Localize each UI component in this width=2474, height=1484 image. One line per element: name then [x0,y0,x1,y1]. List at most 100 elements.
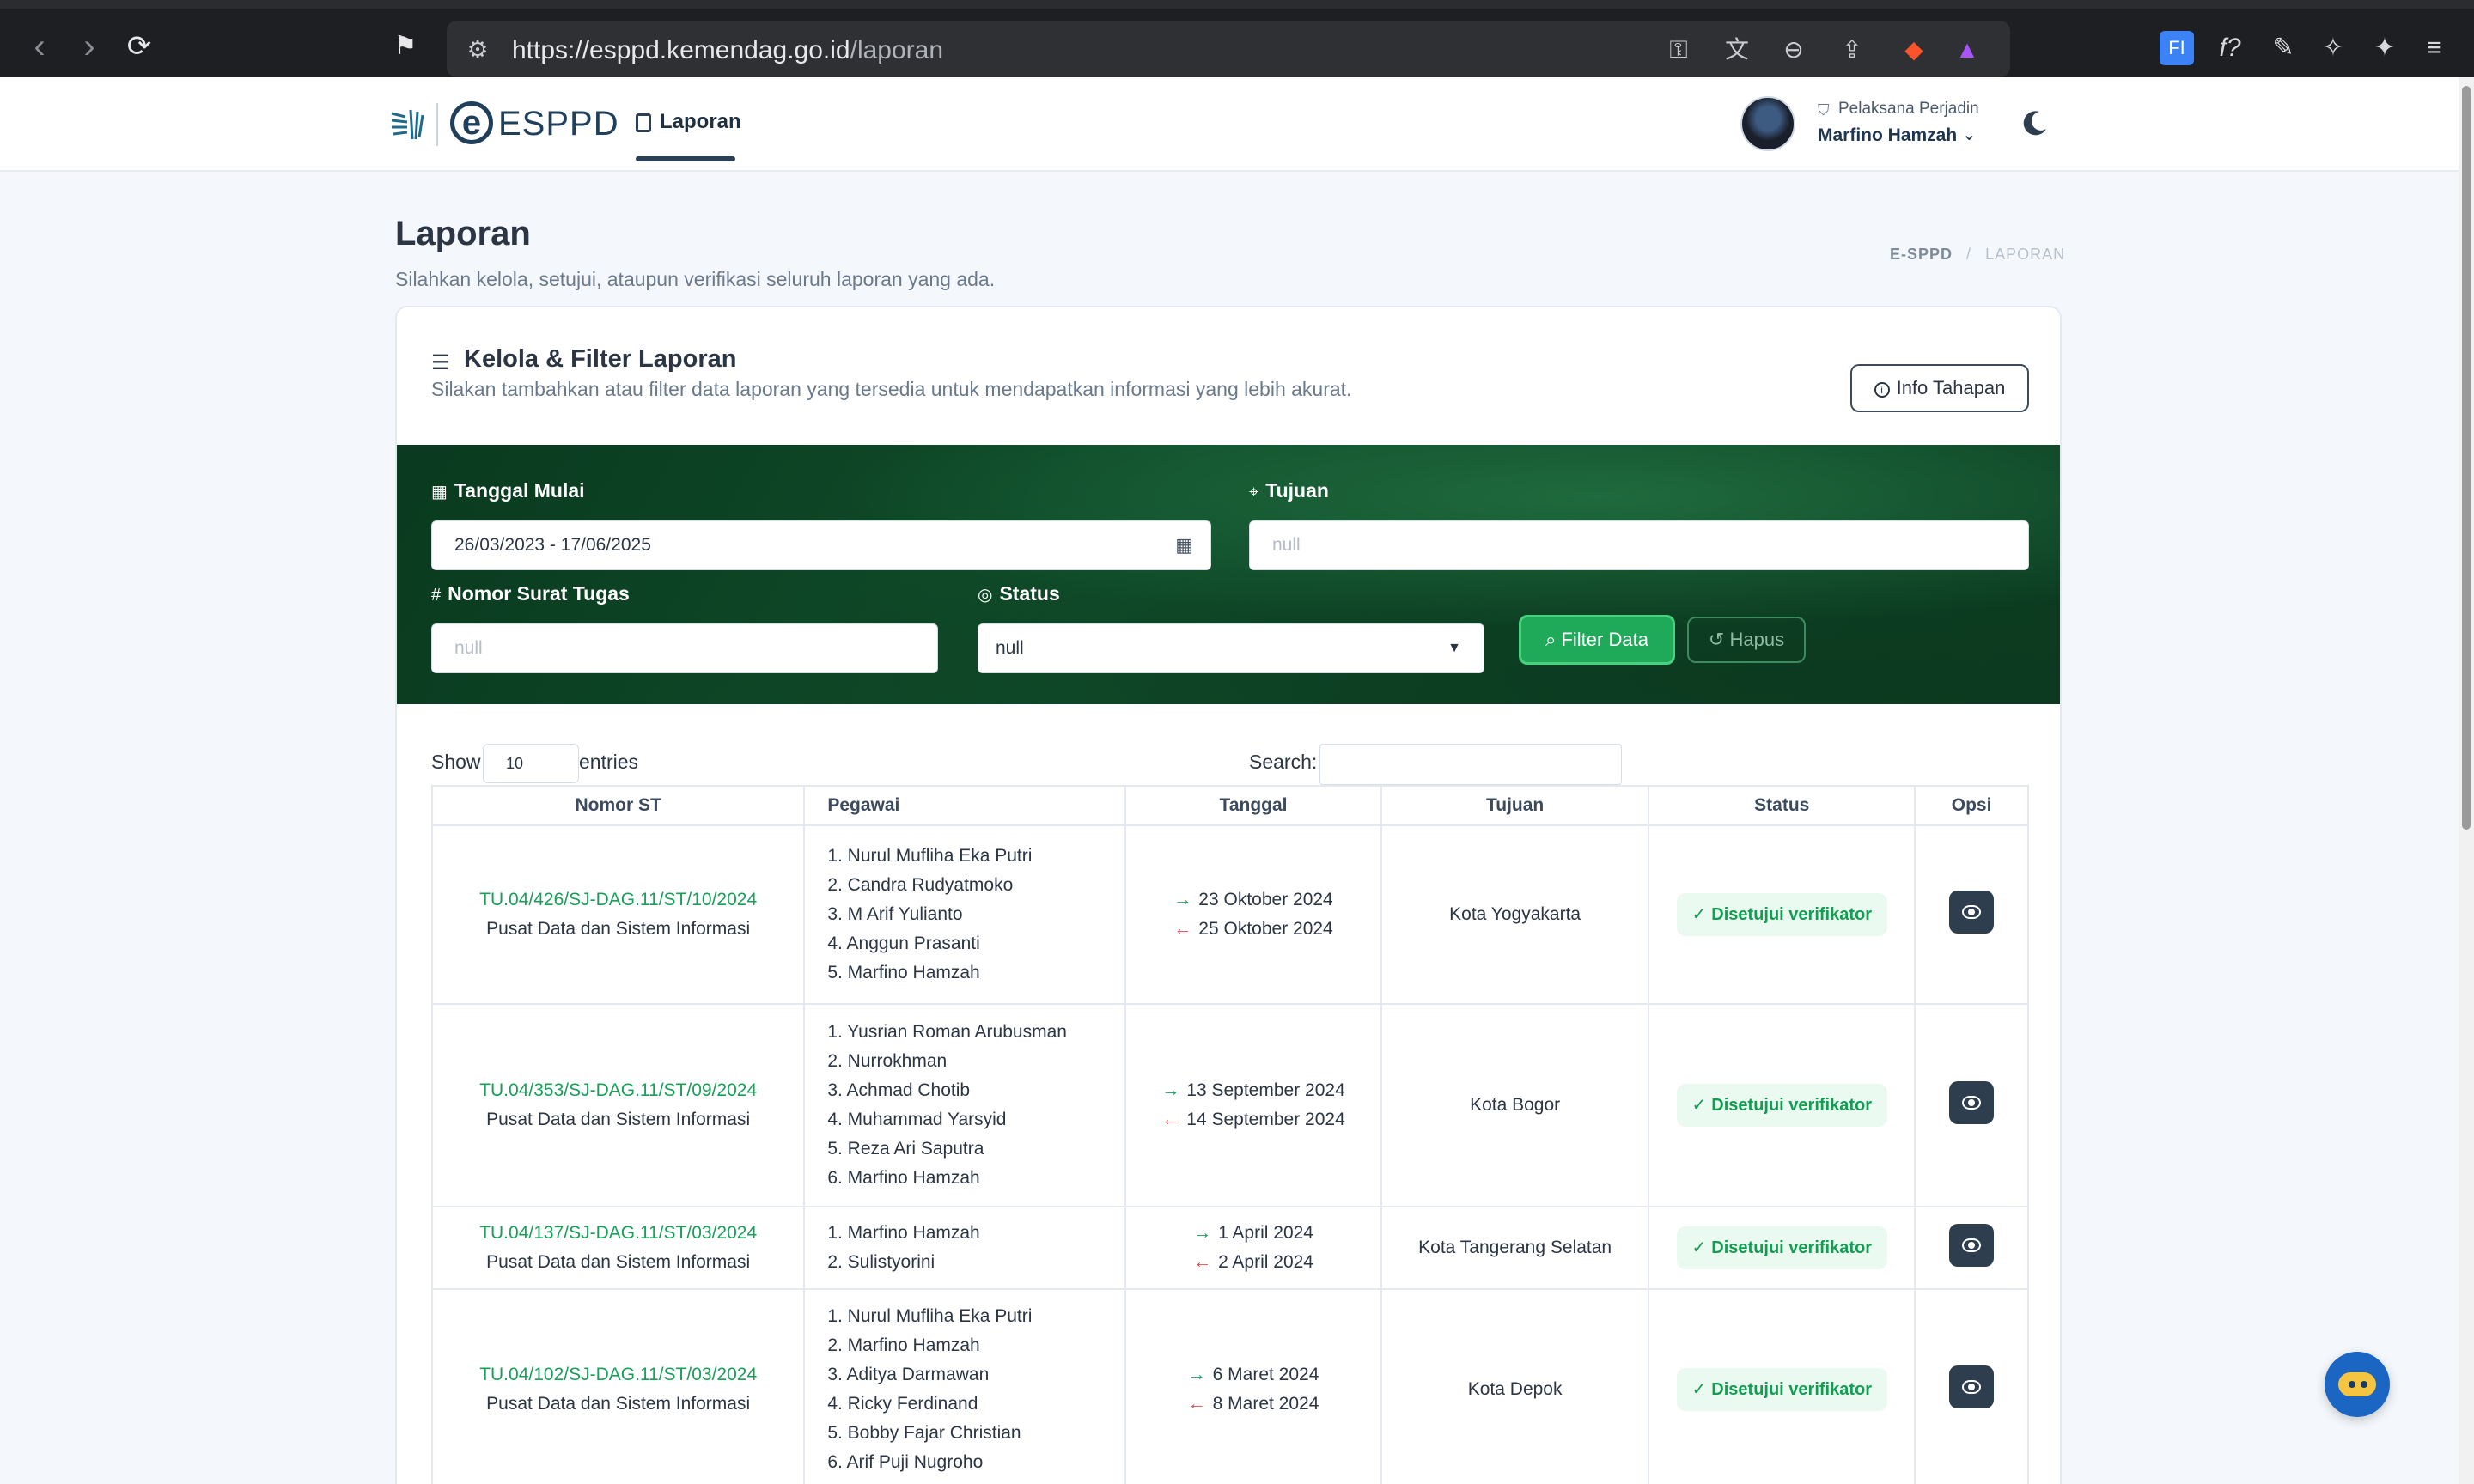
undo-icon: ↺ [1708,629,1730,650]
breadcrumb-root[interactable]: E-SPPD [1890,246,1953,263]
pegawai-item: 4. Muhammad Yarsyid [827,1110,1007,1129]
unit-kerja: Pusat Data dan Sistem Informasi [486,1110,751,1129]
nomor-st-link[interactable]: TU.04/353/SJ-DAG.11/ST/09/2024 [433,1076,803,1105]
arrow-left-icon: ← [1187,1394,1206,1414]
search-input[interactable] [1319,744,1622,785]
pegawai-item: 6. Marfino Hamzah [827,1168,980,1188]
nomor-st-link[interactable]: TU.04/426/SJ-DAG.11/ST/10/2024 [433,885,803,915]
column-header-nomor-st[interactable]: Nomor ST [430,786,805,826]
table-row: TU.04/137/SJ-DAG.11/ST/03/2024 Pusat Dat… [430,1207,2028,1290]
cell-opsi [1914,1207,2028,1290]
leo-ai-icon[interactable]: ✦ [2367,31,2402,65]
back-icon[interactable]: ‹ [21,27,58,65]
scrollbar-thumb[interactable] [2462,86,2471,830]
url-text: https://esppd.kemendag.go.id/laporan [512,36,944,64]
user-menu-name[interactable]: Marfino Hamzah [1818,125,1957,146]
caret-down-icon: ▼ [1447,641,1461,655]
nomor-st-link[interactable]: TU.04/102/SJ-DAG.11/ST/03/2024 [433,1360,803,1390]
kemendag-logo-icon [391,109,424,140]
menu-icon[interactable]: ≡ [2417,31,2452,65]
card-title: Kelola & Filter Laporan [464,345,737,373]
view-button[interactable] [1949,1081,1995,1124]
logo-divider [436,103,438,146]
column-header-tanggal[interactable]: Tanggal [1124,786,1381,826]
cell-pegawai: 1. Marfino Hamzah 2. Sulistyorini [803,1207,1126,1290]
info-tahapan-button[interactable]: i Info Tahapan [1850,364,2029,412]
cell-pegawai: 1. Nurul Mufliha Eka Putri 2. Marfino Ham… [803,1289,1126,1484]
address-bar[interactable]: ⚙ https://esppd.kemendag.go.id/laporan ⚿… [447,21,2010,77]
share-icon[interactable]: ⇪ [1837,34,1868,65]
app-header: e ESPPD Laporan ⛉ Pelaksana Perjadin Mar… [0,77,2474,172]
tanggal-berangkat: 13 September 2024 [1186,1080,1345,1100]
nomor-surat-input[interactable]: null [431,623,938,673]
key-icon[interactable]: ⚿ [1663,34,1694,65]
avatar[interactable] [1740,96,1795,151]
tujuan-input[interactable]: null [1249,520,2029,570]
filter-data-button[interactable]: ⌕ Filter Data [1519,615,1675,665]
search-icon: ⌕ [1545,629,1562,650]
view-button[interactable] [1949,1224,1995,1267]
translate-icon[interactable]: 文 [1721,34,1752,65]
bookmark-icon[interactable]: ⚑ [387,27,424,65]
info-tahapan-label: Info Tahapan [1896,377,2006,398]
chevron-down-icon[interactable]: ⌄ [1962,124,1977,145]
arrow-right-icon: → [1193,1223,1212,1243]
laporan-table: Nomor ST Pegawai Tanggal Tujuan Status O… [430,785,2029,1484]
extensions-puzzle-icon[interactable]: ✧ [2316,31,2350,65]
brave-shield-icon[interactable]: ◆ [1898,34,1929,65]
browser-toolbar: ‹ › ⟳ ⚑ ⚙ https://esppd.kemendag.go.id/l… [0,0,2474,77]
table-row: TU.04/426/SJ-DAG.11/ST/10/2024 Pusat Dat… [430,825,2028,1005]
hapus-button[interactable]: ↺ Hapus [1687,617,1806,663]
cell-status: ✓ Disetujui verifikator [1648,1289,1916,1484]
cell-status: ✓ Disetujui verifikator [1648,825,1916,1005]
show-label: Show [431,751,481,773]
extension-fi-icon[interactable]: FI [2160,31,2194,65]
tanggal-label: ▦ Tanggal Mulai [431,479,585,502]
brave-rewards-icon[interactable]: ▲ [1952,34,1983,65]
extension-formula-icon[interactable]: f? [2213,31,2247,65]
site-settings-icon[interactable]: ⚙ [462,34,493,65]
laporan-card: ☰ Kelola & Filter Laporan Silakan tambah… [395,306,2062,1484]
cell-tanggal: → 13 September 2024 ← 14 September 2024 [1124,1004,1381,1207]
column-header-pegawai[interactable]: Pegawai [803,786,1126,826]
cell-nomor-st: TU.04/426/SJ-DAG.11/ST/10/2024 Pusat Dat… [430,825,805,1005]
column-header-tujuan[interactable]: Tujuan [1380,786,1649,826]
pegawai-item: 4. Ricky Ferdinand [827,1394,978,1414]
extension-picker-icon[interactable]: ✎ [2266,31,2300,65]
tujuan-label: ⌖ Tujuan [1249,479,1329,502]
filter-list-icon: ☰ [431,351,450,374]
forward-icon[interactable]: › [70,27,108,65]
nomor-st-link[interactable]: TU.04/137/SJ-DAG.11/ST/03/2024 [433,1219,803,1248]
pegawai-item: 3. Aditya Darmawan [827,1365,990,1384]
status-select[interactable]: null ▼ [978,623,1484,673]
tanggal-range-input[interactable]: 26/03/2023 - 17/06/2025 ▦ [431,520,1211,570]
status-label: ◎ Status [978,582,1060,605]
cell-tujuan: Kota Yogyakarta [1380,825,1649,1005]
cell-tujuan: Kota Bogor [1380,1004,1649,1207]
cell-status: ✓ Disetujui verifikator [1648,1207,1916,1290]
reload-icon[interactable]: ⟳ [120,27,158,65]
pegawai-item: 4. Anggun Prasanti [827,934,980,953]
calendar-icon: ▦ [431,483,448,502]
zoom-out-icon[interactable]: ⊖ [1778,34,1809,65]
arrow-right-icon: → [1173,890,1192,909]
nav-tab-indicator [636,156,735,161]
view-button[interactable] [1949,891,1995,934]
chatbot-button[interactable] [2325,1352,2390,1417]
nomor-surat-label: # Nomor Surat Tugas [431,582,630,605]
cell-tanggal: → 23 Oktober 2024 ← 25 Oktober 2024 [1124,825,1381,1005]
cell-nomor-st: TU.04/137/SJ-DAG.11/ST/03/2024 Pusat Dat… [430,1207,805,1290]
nav-tab-laporan[interactable]: Laporan [636,77,741,172]
calendar-picker-icon[interactable]: ▦ [1175,521,1193,569]
cell-opsi [1914,1289,2028,1484]
view-button[interactable] [1949,1365,1995,1408]
entries-select[interactable]: 10 [483,744,579,783]
table-row: TU.04/102/SJ-DAG.11/ST/03/2024 Pusat Dat… [430,1289,2028,1484]
column-header-status[interactable]: Status [1648,786,1916,826]
moon-icon[interactable] [2019,108,2050,139]
tanggal-berangkat: 23 Oktober 2024 [1198,890,1333,909]
pegawai-item: 3. Achmad Chotib [827,1080,971,1100]
unit-kerja: Pusat Data dan Sistem Informasi [486,1394,751,1414]
hash-icon: # [431,586,442,605]
user-role: Pelaksana Perjadin [1838,100,1979,118]
